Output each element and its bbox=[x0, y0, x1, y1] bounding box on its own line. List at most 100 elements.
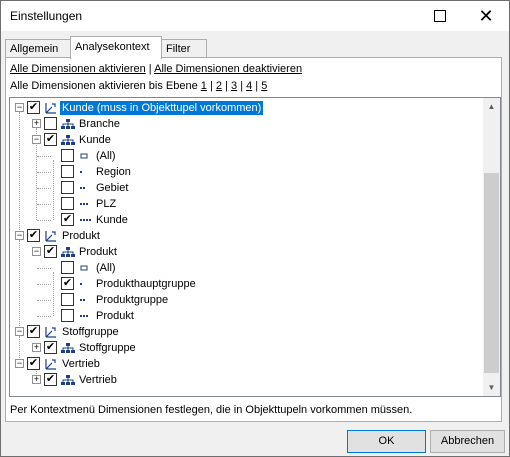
tree-item-label: Produkthauptgruppe bbox=[96, 278, 196, 290]
tree-row[interactable]: − ✔ Produkt bbox=[10, 228, 480, 244]
tree-connector bbox=[37, 204, 51, 205]
tree-checkbox[interactable] bbox=[44, 117, 57, 130]
collapse-icon[interactable]: − bbox=[15, 231, 24, 240]
tree-checkbox[interactable]: ✔ bbox=[27, 357, 40, 370]
tree-connector bbox=[37, 316, 51, 317]
level0-icon bbox=[77, 260, 93, 276]
hierarchy-icon bbox=[60, 372, 76, 388]
level-1-link[interactable]: 1 bbox=[201, 80, 207, 92]
vertical-scrollbar[interactable]: ▲ ▼ bbox=[483, 98, 500, 396]
tree-row[interactable]: ✔ Produkthauptgruppe bbox=[10, 276, 480, 292]
link-separator: | bbox=[148, 63, 152, 75]
tree-checkbox[interactable] bbox=[61, 181, 74, 194]
tree-row[interactable]: − ✔ Vertrieb bbox=[10, 356, 480, 372]
collapse-icon[interactable]: − bbox=[15, 103, 24, 112]
dimension-tree[interactable]: + ✔ Vertrieb − ✔ Vertrieb + ✔ Stoffgruppe − ✔ Stoff… bbox=[9, 97, 501, 397]
activate-all-link[interactable]: Alle Dimensionen aktivieren bbox=[10, 63, 146, 75]
ok-button[interactable]: OK bbox=[347, 430, 426, 453]
tree-row[interactable]: − ✔ Produkt bbox=[10, 244, 480, 260]
level-separator: | bbox=[209, 80, 213, 92]
cancel-button[interactable]: Abbrechen bbox=[430, 430, 505, 453]
tree-checkbox[interactable]: ✔ bbox=[44, 341, 57, 354]
level-5-link[interactable]: 5 bbox=[261, 80, 267, 92]
collapse-icon[interactable]: − bbox=[32, 135, 41, 144]
tree-row[interactable]: + Branche bbox=[10, 116, 480, 132]
tree-checkbox[interactable]: ✔ bbox=[44, 133, 57, 146]
level-4-link[interactable]: 4 bbox=[246, 80, 252, 92]
tree-checkbox[interactable] bbox=[61, 149, 74, 162]
tree-item-label: Produkt bbox=[79, 246, 117, 258]
tree-checkbox[interactable]: ✔ bbox=[61, 277, 74, 290]
tree-row[interactable]: Gebiet bbox=[10, 180, 480, 196]
tree-item-label: Gebiet bbox=[96, 182, 129, 194]
level2-icon bbox=[77, 292, 93, 308]
level-3-link[interactable]: 3 bbox=[231, 80, 237, 92]
tree-connector bbox=[37, 220, 51, 221]
tree-checkbox[interactable] bbox=[61, 165, 74, 178]
tree-row[interactable]: + ✔ Stoffgruppe bbox=[10, 340, 480, 356]
level-2-link[interactable]: 2 bbox=[216, 80, 222, 92]
scroll-down-icon[interactable]: ▼ bbox=[483, 379, 500, 396]
expand-icon[interactable]: + bbox=[32, 119, 41, 128]
scroll-thumb[interactable] bbox=[484, 173, 499, 373]
tab-analysekontext[interactable]: Analysekontext bbox=[70, 36, 162, 59]
close-icon: ✕ bbox=[478, 5, 494, 26]
hierarchy-icon bbox=[60, 340, 76, 356]
tree-row[interactable]: − ✔ Kunde (muss in Objekttupel vorkommen) bbox=[10, 100, 480, 116]
tree-item-label: (All) bbox=[96, 150, 116, 162]
scroll-up-icon[interactable]: ▲ bbox=[483, 98, 500, 115]
hierarchy-icon bbox=[60, 132, 76, 148]
tree-row[interactable]: (All) bbox=[10, 260, 480, 276]
tree-row[interactable]: PLZ bbox=[10, 196, 480, 212]
level0-icon bbox=[77, 148, 93, 164]
tree-row[interactable]: Produkt bbox=[10, 308, 480, 324]
close-button[interactable]: ✕ bbox=[463, 1, 509, 31]
tree-row[interactable]: ✔ Kunde bbox=[10, 212, 480, 228]
tree-row[interactable]: (All) bbox=[10, 148, 480, 164]
collapse-icon[interactable]: − bbox=[15, 327, 24, 336]
tree-row[interactable]: Produktgruppe bbox=[10, 292, 480, 308]
expand-icon[interactable]: + bbox=[32, 375, 41, 384]
maximize-button[interactable] bbox=[417, 1, 463, 31]
level4-icon bbox=[77, 212, 93, 228]
tree-row[interactable]: − ✔ Stoffgruppe bbox=[10, 324, 480, 340]
tree-row[interactable]: − ✔ Kunde bbox=[10, 132, 480, 148]
collapse-icon[interactable]: − bbox=[32, 247, 41, 256]
window-title: Einstellungen bbox=[10, 9, 83, 23]
tree-row[interactable]: Region bbox=[10, 164, 480, 180]
tree-connector bbox=[37, 188, 51, 189]
level-separator: | bbox=[255, 80, 259, 92]
tree-item-label: Stoffgruppe bbox=[79, 342, 136, 354]
tree-checkbox[interactable]: ✔ bbox=[61, 213, 74, 226]
tree-item-label: Region bbox=[96, 166, 131, 178]
tree-connector bbox=[37, 268, 51, 269]
hierarchy-icon bbox=[60, 244, 76, 260]
dimension-icon bbox=[43, 324, 59, 340]
collapse-icon[interactable]: − bbox=[15, 359, 24, 368]
activation-links: Alle Dimensionen aktivieren | Alle Dimen… bbox=[10, 63, 302, 75]
deactivate-all-link[interactable]: Alle Dimensionen deaktivieren bbox=[154, 63, 302, 75]
level1-icon bbox=[77, 164, 93, 180]
tab-filter[interactable]: Filter bbox=[161, 39, 207, 58]
tree-checkbox[interactable]: ✔ bbox=[27, 325, 40, 338]
dimension-icon bbox=[43, 100, 59, 116]
tree-checkbox[interactable] bbox=[61, 293, 74, 306]
tree-checkbox[interactable]: ✔ bbox=[27, 229, 40, 242]
tree-row[interactable]: + ✔ Vertrieb bbox=[10, 372, 480, 388]
tab-label: Analysekontext bbox=[75, 41, 150, 53]
tree-checkbox[interactable]: ✔ bbox=[27, 101, 40, 114]
tree-checkbox[interactable] bbox=[61, 197, 74, 210]
tree-checkbox[interactable] bbox=[61, 309, 74, 322]
tree-checkbox[interactable]: ✔ bbox=[44, 373, 57, 386]
title-bar: Einstellungen ✕ bbox=[1, 1, 509, 31]
level1-icon bbox=[77, 276, 93, 292]
tree-item-label: Kunde bbox=[79, 134, 111, 146]
tab-allgemein[interactable]: Allgemein bbox=[5, 39, 71, 58]
tree-item-label: (All) bbox=[96, 262, 116, 274]
level-separator: | bbox=[240, 80, 244, 92]
tree-checkbox[interactable] bbox=[61, 261, 74, 274]
tree-item-label: Branche bbox=[79, 118, 120, 130]
expand-icon[interactable]: + bbox=[32, 343, 41, 352]
tree-checkbox[interactable]: ✔ bbox=[44, 245, 57, 258]
level-prefix: Alle Dimensionen aktivieren bis Ebene bbox=[10, 80, 198, 92]
